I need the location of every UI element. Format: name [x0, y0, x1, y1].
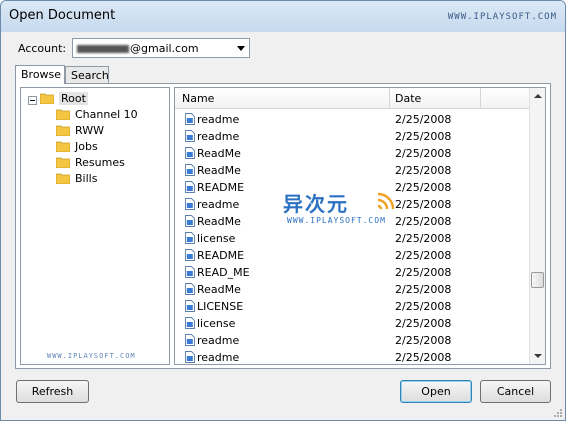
list-header: Name Date	[175, 88, 529, 109]
tab-search[interactable]: Search	[65, 66, 109, 83]
file-name: README	[197, 249, 245, 262]
file-row[interactable]: license 2/25/2008	[175, 230, 529, 247]
file-date: 2/25/2008	[395, 249, 452, 262]
folder-tree[interactable]: Root Channel 10 RWW Jobs Resumes Bills W…	[20, 87, 170, 365]
file-name: readme	[197, 130, 240, 143]
file-date: 2/25/2008	[395, 232, 452, 245]
file-date: 2/25/2008	[395, 164, 452, 177]
document-icon	[185, 113, 195, 125]
document-icon	[185, 130, 195, 142]
file-name: ReadMe	[197, 164, 241, 177]
file-name: readme	[197, 113, 240, 126]
folder-icon	[56, 109, 70, 120]
title-bar[interactable]: Open Document WWW.IPLAYSOFT.COM	[1, 1, 565, 32]
file-name: ReadMe	[197, 283, 241, 296]
column-header-name[interactable]: Name	[175, 88, 390, 108]
redacted-email-blur	[77, 45, 129, 53]
folder-icon	[40, 93, 54, 104]
refresh-button[interactable]: Refresh	[16, 380, 89, 403]
file-row[interactable]: README 2/25/2008	[175, 247, 529, 264]
file-name: READ_ME	[197, 266, 250, 279]
document-icon	[185, 249, 195, 261]
document-icon	[185, 334, 195, 346]
document-icon	[185, 232, 195, 244]
file-date: 2/25/2008	[395, 266, 452, 279]
file-date: 2/25/2008	[395, 334, 452, 347]
folder-icon	[56, 141, 70, 152]
file-list[interactable]: Name Date readme 2/25/2008 readme 2/25/2008…	[174, 87, 546, 365]
file-date: 2/25/2008	[395, 198, 452, 211]
open-document-dialog: Open Document WWW.IPLAYSOFT.COM Account:…	[0, 0, 566, 421]
document-icon	[185, 266, 195, 278]
file-row[interactable]: license 2/25/2008	[175, 315, 529, 332]
file-name: README	[197, 181, 245, 194]
document-icon	[185, 215, 195, 227]
file-name: readme	[197, 198, 240, 211]
folder-icon	[56, 157, 70, 168]
dialog-body: Account: @gmail.com Browse Search Root C…	[7, 32, 559, 415]
file-row[interactable]: ReadMe 2/25/2008	[175, 162, 529, 179]
file-row[interactable]: ReadMe 2/25/2008	[175, 281, 529, 298]
file-date: 2/25/2008	[395, 130, 452, 143]
tab-browse[interactable]: Browse	[15, 65, 65, 84]
file-name: license	[197, 232, 236, 245]
watermark-chinese-text: 异次元	[283, 192, 349, 216]
open-button[interactable]: Open	[400, 380, 472, 403]
file-date: 2/25/2008	[395, 300, 452, 313]
document-icon	[185, 181, 195, 193]
chevron-down-icon[interactable]	[237, 46, 245, 51]
resize-grip-icon[interactable]	[553, 408, 563, 418]
file-row[interactable]: readme 2/25/2008	[175, 332, 529, 349]
file-date: 2/25/2008	[395, 283, 452, 296]
scroll-up-arrow-icon[interactable]	[530, 88, 545, 104]
iplaysoft-watermark: 异次元 WWW.IPLAYSOFT.COM	[283, 188, 403, 232]
document-icon	[185, 317, 195, 329]
file-name: readme	[197, 351, 240, 364]
file-row[interactable]: readme 2/25/2008	[175, 111, 529, 128]
account-value: @gmail.com	[77, 42, 199, 55]
scrollbar-thumb[interactable]	[531, 272, 544, 288]
file-name: readme	[197, 334, 240, 347]
tree-root-content: Root	[40, 91, 160, 107]
browse-panel: Root Channel 10 RWW Jobs Resumes Bills W…	[15, 83, 551, 369]
document-icon	[185, 198, 195, 210]
title-watermark: WWW.IPLAYSOFT.COM	[447, 12, 557, 22]
scroll-down-arrow-icon[interactable]	[530, 348, 545, 364]
window-title: Open Document	[9, 8, 116, 23]
file-date: 2/25/2008	[395, 147, 452, 160]
folder-icon	[56, 125, 70, 136]
document-icon	[185, 300, 195, 312]
file-name: ReadMe	[197, 215, 241, 228]
document-icon	[185, 283, 195, 295]
file-name: license	[197, 317, 236, 330]
cancel-button[interactable]: Cancel	[480, 380, 551, 403]
collapse-icon[interactable]	[28, 96, 37, 105]
vertical-scrollbar[interactable]	[529, 88, 545, 364]
file-row[interactable]: readme 2/25/2008	[175, 128, 529, 145]
file-row[interactable]: readme 2/25/2008	[175, 349, 529, 364]
wifi-signal-icon	[377, 192, 395, 210]
file-date: 2/25/2008	[395, 113, 452, 126]
file-date: 2/25/2008	[395, 181, 452, 194]
column-header-date[interactable]: Date	[390, 88, 481, 108]
file-name: ReadMe	[197, 147, 241, 160]
folder-icon	[56, 173, 70, 184]
tree-item-root[interactable]: Root	[25, 91, 165, 107]
document-icon	[185, 164, 195, 176]
file-row[interactable]: READ_ME 2/25/2008	[175, 264, 529, 281]
watermark-url: WWW.IPLAYSOFT.COM	[287, 216, 386, 225]
file-row[interactable]: ReadMe 2/25/2008	[175, 145, 529, 162]
file-row[interactable]: LICENSE 2/25/2008	[175, 298, 529, 315]
tree-watermark: WWW.IPLAYSOFT.COM	[47, 352, 136, 360]
file-date: 2/25/2008	[395, 351, 452, 364]
file-date: 2/25/2008	[395, 215, 452, 228]
document-icon	[185, 147, 195, 159]
document-icon	[185, 351, 195, 363]
account-label: Account:	[18, 42, 67, 55]
file-date: 2/25/2008	[395, 317, 452, 330]
account-select[interactable]: @gmail.com	[72, 38, 250, 58]
file-name: LICENSE	[197, 300, 244, 313]
